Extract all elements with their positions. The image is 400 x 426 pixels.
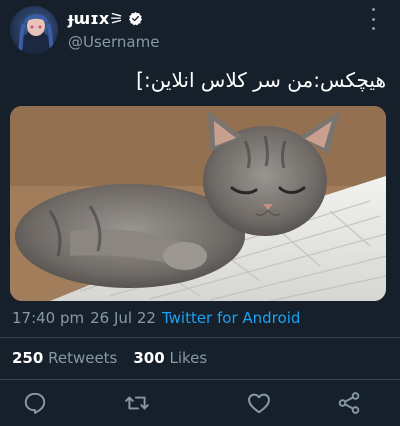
likes-stat[interactable]: 300 Likes [133,349,207,367]
user-handle[interactable]: @Username [68,33,159,51]
reply-icon[interactable] [22,390,48,416]
tweet-stats: 250 Retweets 300 Likes [12,349,207,367]
tweet-time: 17:40 pm [12,309,85,327]
avatar[interactable] [10,6,58,54]
likes-label: Likes [169,349,208,367]
tweet-meta: 17:40 pm 26 Jul 22 Twitter for Android [12,309,300,327]
tweet-media-image[interactable] [10,106,386,301]
tweet-source-link[interactable]: Twitter for Android [162,309,300,327]
display-name[interactable]: ɟɯɪx⚞ [68,9,124,28]
like-icon[interactable] [246,390,272,416]
retweet-icon[interactable] [124,390,150,416]
tweet-actions [0,388,400,418]
retweets-label: Retweets [48,349,118,367]
share-icon[interactable] [336,390,362,416]
retweets-stat[interactable]: 250 Retweets [12,349,117,367]
retweets-count: 250 [12,349,44,367]
likes-count: 300 [133,349,165,367]
tweet-text: هیچکس:من سر کلاس انلاین:] [136,68,386,92]
verified-badge-icon [128,11,142,25]
divider [0,337,400,338]
tweet-header: ɟɯɪx⚞ @Username [0,0,400,60]
divider [0,379,400,380]
more-options-icon[interactable] [370,8,376,30]
tweet-date: 26 Jul 22 [90,309,156,327]
